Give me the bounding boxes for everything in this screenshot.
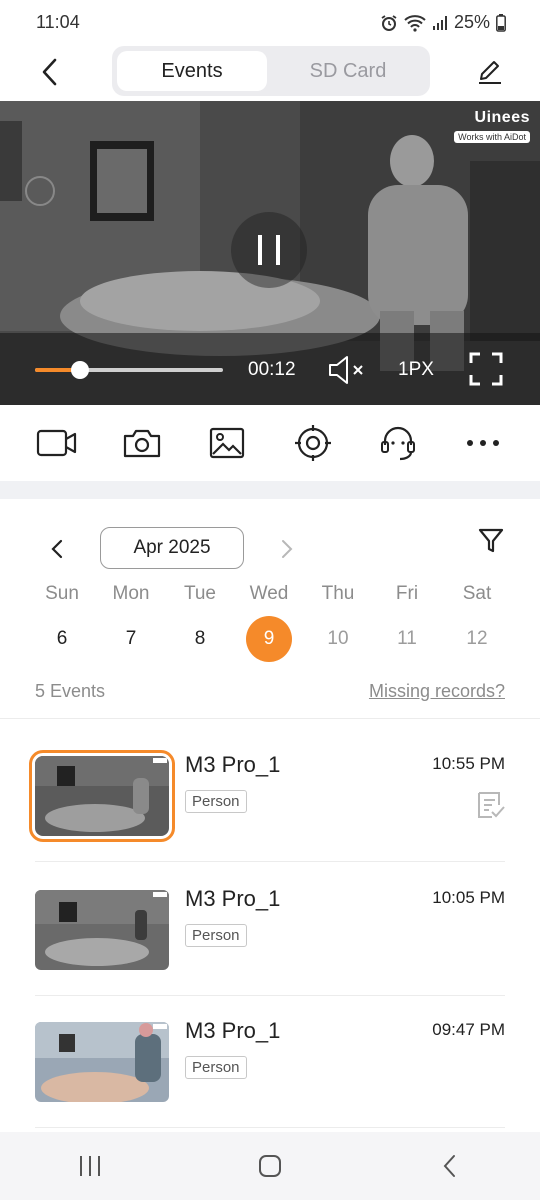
- weekday-sat: Sat: [462, 583, 492, 604]
- viewed-note-icon: [478, 792, 505, 818]
- brand-badge: Works with AiDot: [454, 131, 530, 143]
- video-record-icon: [36, 429, 76, 457]
- chevron-left-icon: [443, 1155, 455, 1177]
- event-tag: Person: [185, 1056, 247, 1079]
- event-time: 10:05 PM: [432, 888, 505, 907]
- event-count: 5 Events: [35, 681, 106, 701]
- more-icon: [467, 440, 500, 446]
- pause-bar-left: [258, 235, 262, 265]
- next-month-button[interactable]: [270, 532, 304, 566]
- event-item[interactable]: M3 Pro_1 Person 09:47 PM: [0, 996, 540, 1128]
- home-icon: [259, 1155, 281, 1177]
- month-selector[interactable]: Apr 2025: [100, 527, 244, 569]
- signal-icon: [432, 15, 447, 30]
- event-device-name: M3 Pro_1: [185, 1018, 281, 1043]
- ptz-button[interactable]: [288, 418, 338, 468]
- system-back-button[interactable]: [420, 1141, 480, 1191]
- fullscreen-icon[interactable]: [468, 351, 504, 387]
- tab-switcher: Events SD Card: [112, 46, 430, 96]
- chevron-left-icon: [42, 58, 57, 86]
- thumbnail-image: [35, 1022, 169, 1102]
- section-divider: [0, 481, 540, 499]
- camera-toolbar: [0, 405, 540, 481]
- event-thumbnail[interactable]: [35, 890, 169, 970]
- progress-knob[interactable]: [71, 361, 90, 379]
- weekday-tue: Tue: [183, 583, 217, 604]
- elapsed-time: 00:12: [248, 359, 296, 380]
- tab-sd-card[interactable]: SD Card: [273, 51, 423, 91]
- thumbnail-image: [35, 756, 169, 836]
- gallery-icon: [210, 427, 245, 459]
- brand-watermark: Uinees Works with AiDot: [454, 109, 530, 145]
- day-7[interactable]: 7: [108, 616, 154, 662]
- quality-selector[interactable]: 1PX: [398, 359, 434, 381]
- system-nav-bar: [0, 1132, 540, 1200]
- status-time: 11:04: [36, 12, 80, 32]
- mute-icon[interactable]: [326, 353, 368, 387]
- filter-icon: [478, 528, 504, 553]
- weekday-mon: Mon: [112, 583, 150, 604]
- thumbnail-image: [35, 890, 169, 970]
- day-8[interactable]: 8: [177, 616, 223, 662]
- weekday-thu: Thu: [321, 583, 355, 604]
- day-9-selected[interactable]: 9: [246, 616, 292, 662]
- battery-icon: [496, 13, 506, 32]
- event-tag: Person: [185, 924, 247, 947]
- event-tag: Person: [185, 790, 247, 813]
- event-item[interactable]: M3 Pro_1 Person 10:05 PM: [0, 864, 540, 996]
- day-11[interactable]: 11: [384, 616, 430, 662]
- chevron-right-icon: [282, 540, 293, 558]
- ptz-target-icon: [294, 425, 331, 461]
- status-bar: 11:04 25%: [0, 0, 540, 44]
- video-player[interactable]: Uinees Works with AiDot 00:12 1PX: [0, 101, 540, 405]
- event-device-name: M3 Pro_1: [185, 886, 281, 911]
- weekday-wed: Wed: [249, 583, 289, 604]
- prev-month-button[interactable]: [40, 532, 74, 566]
- list-divider: [0, 718, 540, 719]
- home-button[interactable]: [240, 1141, 300, 1191]
- progress-slider[interactable]: [35, 361, 223, 379]
- pause-bar-right: [276, 235, 280, 265]
- player-controls: 00:12 1PX: [0, 333, 540, 405]
- edit-button[interactable]: [470, 52, 510, 92]
- battery-percent: 25%: [453, 12, 490, 32]
- filter-button[interactable]: [472, 522, 510, 560]
- day-12[interactable]: 12: [454, 616, 500, 662]
- event-time: 10:55 PM: [432, 754, 505, 773]
- alarm-icon: [381, 14, 397, 31]
- pencil-icon: [479, 61, 501, 84]
- chevron-left-icon: [51, 539, 63, 559]
- snapshot-button[interactable]: [117, 418, 167, 468]
- talk-headset-icon: [380, 426, 415, 461]
- weekday-fri: Fri: [395, 583, 419, 604]
- brand-logo: Uinees: [474, 109, 530, 126]
- tab-events[interactable]: Events: [117, 51, 267, 91]
- pause-button[interactable]: [231, 212, 307, 288]
- recent-apps-button[interactable]: [60, 1141, 120, 1191]
- back-button[interactable]: [30, 52, 70, 92]
- weekday-sun: Sun: [45, 583, 79, 604]
- event-thumbnail[interactable]: [35, 1022, 169, 1102]
- talk-button[interactable]: [373, 418, 423, 468]
- event-time: 09:47 PM: [432, 1020, 505, 1039]
- recent-apps-icon: [80, 1156, 100, 1176]
- event-device-name: M3 Pro_1: [185, 752, 281, 777]
- day-6[interactable]: 6: [39, 616, 85, 662]
- event-thumbnail[interactable]: [29, 750, 175, 842]
- event-divider: [35, 1127, 505, 1128]
- wifi-icon: [404, 14, 426, 32]
- record-button[interactable]: [32, 418, 82, 468]
- missing-records-link[interactable]: Missing records?: [369, 681, 505, 702]
- camera-snapshot-icon: [123, 429, 161, 458]
- event-item[interactable]: M3 Pro_1 Person 10:55 PM: [0, 730, 540, 862]
- header: Events SD Card: [0, 44, 540, 100]
- status-icons: 25%: [380, 12, 506, 33]
- event-divider: [35, 861, 505, 862]
- gallery-button[interactable]: [202, 418, 252, 468]
- more-button[interactable]: [458, 418, 508, 468]
- day-10[interactable]: 10: [315, 616, 361, 662]
